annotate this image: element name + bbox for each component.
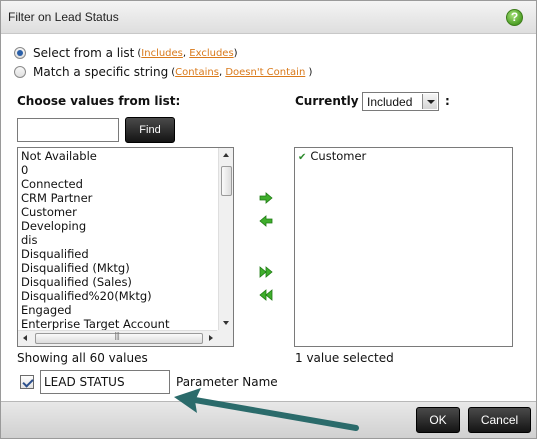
help-question-icon[interactable]: ? bbox=[506, 9, 523, 26]
radio-match-string-label: Match a specific string bbox=[33, 65, 169, 79]
vertical-scrollbar[interactable] bbox=[218, 148, 233, 331]
list-item[interactable]: CRM Partner bbox=[21, 191, 169, 205]
add-all-right-icon[interactable] bbox=[259, 265, 273, 279]
filter-dialog: Filter on Lead Status ? Select from a li… bbox=[0, 0, 537, 439]
available-count-status: Showing all 60 values bbox=[17, 351, 148, 365]
include-mode-select[interactable]: Included bbox=[362, 92, 439, 111]
list-item[interactable]: Not Available bbox=[21, 149, 169, 163]
include-mode-value: Included bbox=[367, 95, 413, 109]
paren-close: ) bbox=[233, 47, 238, 59]
currently-heading: Currently bbox=[295, 94, 359, 108]
option-select-from-list[interactable]: Select from a list (Includes, Excludes) bbox=[14, 45, 238, 61]
list-item[interactable]: Engaged bbox=[21, 303, 169, 317]
scroll-corner bbox=[217, 330, 233, 346]
add-right-icon[interactable] bbox=[259, 191, 273, 205]
horizontal-scrollbar[interactable] bbox=[18, 330, 218, 346]
scroll-down-icon[interactable] bbox=[219, 316, 233, 331]
excludes-link[interactable]: Excludes bbox=[189, 48, 233, 59]
vertical-scroll-thumb[interactable] bbox=[221, 166, 232, 196]
ok-button[interactable]: OK bbox=[416, 407, 460, 433]
dialog-title: Filter on Lead Status bbox=[8, 10, 119, 24]
list-item[interactable]: Connected bbox=[21, 177, 169, 191]
parameter-name-input[interactable]: LEAD STATUS bbox=[40, 370, 170, 394]
radio-match-string[interactable] bbox=[14, 66, 26, 78]
selected-values-list[interactable]: ✔ Customer bbox=[294, 147, 513, 347]
find-button[interactable]: Find bbox=[125, 117, 175, 143]
available-values-list[interactable]: Not Available 0 Connected CRM Partner Custom… bbox=[17, 147, 234, 347]
separator: , bbox=[182, 47, 187, 59]
selected-count-status: 1 value selected bbox=[295, 351, 394, 365]
separator: , bbox=[218, 66, 223, 78]
scroll-up-icon[interactable] bbox=[219, 148, 233, 163]
remove-all-left-icon[interactable] bbox=[259, 288, 273, 302]
cancel-button[interactable]: Cancel bbox=[468, 407, 531, 433]
parameter-checkbox[interactable] bbox=[20, 375, 34, 389]
includes-link[interactable]: Includes bbox=[141, 48, 183, 59]
paren-close: ) bbox=[308, 66, 313, 78]
list-item[interactable]: Enterprise Target Account bbox=[21, 317, 169, 331]
radio-select-from-list-label: Select from a list bbox=[33, 46, 135, 60]
scroll-left-icon[interactable] bbox=[18, 331, 33, 346]
list-item[interactable]: Customer bbox=[21, 205, 169, 219]
selected-item-label: Customer bbox=[310, 149, 367, 163]
match-string-links: (Contains, Doesn't Contain ) bbox=[171, 67, 312, 78]
choose-values-heading: Choose values from list: bbox=[17, 94, 181, 108]
check-icon: ✔ bbox=[298, 152, 307, 163]
currently-colon: : bbox=[445, 94, 450, 108]
search-input[interactable] bbox=[17, 118, 119, 142]
available-items: Not Available 0 Connected CRM Partner Custom… bbox=[21, 149, 169, 331]
list-item[interactable]: Disqualified%20(Mktg) bbox=[21, 289, 169, 303]
horizontal-scroll-thumb[interactable] bbox=[35, 331, 203, 344]
radio-select-from-list[interactable] bbox=[14, 47, 26, 59]
list-item[interactable]: Disqualified (Sales) bbox=[21, 275, 169, 289]
scroll-right-icon[interactable] bbox=[203, 331, 218, 346]
list-item[interactable]: Disqualified bbox=[21, 247, 169, 261]
option-match-string[interactable]: Match a specific string (Contains, Doesn… bbox=[14, 64, 312, 80]
title-bar: Filter on Lead Status ? bbox=[1, 1, 536, 34]
contains-link[interactable]: Contains bbox=[175, 67, 219, 78]
selected-item[interactable]: ✔ Customer bbox=[298, 149, 366, 163]
list-item[interactable]: Disqualified (Mktg) bbox=[21, 261, 169, 275]
list-item[interactable]: Developing bbox=[21, 219, 169, 233]
remove-left-icon[interactable] bbox=[259, 214, 273, 228]
chevron-down-icon[interactable] bbox=[422, 94, 437, 109]
list-item[interactable]: 0 bbox=[21, 163, 169, 177]
doesnt-contain-link[interactable]: Doesn't Contain bbox=[225, 67, 305, 78]
select-list-links: (Includes, Excludes) bbox=[137, 48, 237, 59]
annotation-arrow-icon bbox=[174, 388, 359, 431]
list-item[interactable]: dis bbox=[21, 233, 169, 247]
